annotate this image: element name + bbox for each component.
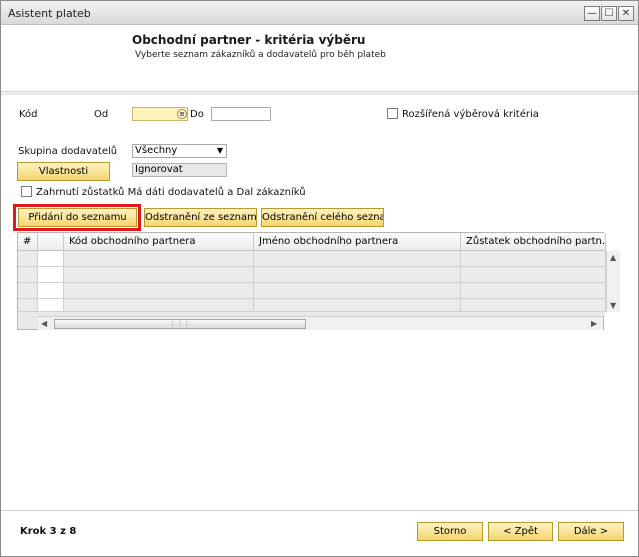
partner-grid: # Kód obchodního partnera Jméno obchodní…	[17, 232, 620, 330]
table-row-cell[interactable]	[18, 299, 38, 312]
table-row-cell[interactable]	[38, 267, 64, 283]
table-row-cell[interactable]	[254, 267, 461, 283]
supplier-group-value: Všechny	[135, 145, 178, 156]
table-row-cell[interactable]	[64, 299, 254, 312]
page-subtitle: Vyberte seznam zákazníků a dodavatelů pr…	[135, 50, 386, 60]
include-balances-checkbox[interactable]	[21, 186, 32, 197]
extended-criteria-checkbox[interactable]	[387, 108, 398, 119]
title-bar[interactable]: Asistent plateb — ☐ ✕	[1, 1, 638, 25]
cancel-button[interactable]: Storno	[417, 522, 483, 541]
next-button[interactable]: Dále >	[558, 522, 624, 541]
table-row-cell[interactable]	[38, 251, 64, 267]
table-row-cell[interactable]	[254, 299, 461, 312]
minimize-button[interactable]: —	[584, 6, 600, 21]
table-row-cell[interactable]	[461, 251, 606, 267]
table-row-cell[interactable]	[64, 267, 254, 283]
to-label: Do	[190, 109, 204, 120]
dropdown-arrow-icon: ▼	[216, 146, 223, 155]
include-balances-label: Zahrnutí zůstatků Má dáti dodavatelů a D…	[36, 187, 306, 198]
table-row-cell[interactable]	[254, 251, 461, 267]
table-row-cell[interactable]	[18, 283, 38, 299]
choose-from-list-icon[interactable]: ≡	[177, 109, 187, 119]
from-label: Od	[94, 109, 109, 120]
step-indicator: Krok 3 z 8	[20, 526, 77, 537]
to-code-input[interactable]	[211, 107, 271, 121]
table-row-cell[interactable]	[64, 251, 254, 267]
grid-header-blank[interactable]	[38, 233, 64, 251]
grid-header-name[interactable]: Jméno obchodního partnera	[254, 233, 461, 251]
scroll-up-arrow-icon[interactable]: ▲	[610, 253, 616, 262]
table-row-cell[interactable]	[254, 283, 461, 299]
remove-all-button[interactable]: Odstranění celého seznamu	[261, 208, 384, 227]
supplier-group-select[interactable]: Všechny ▼	[132, 144, 227, 158]
wizard-footer: Krok 3 z 8 Storno < Zpět Dále >	[1, 511, 638, 556]
payment-wizard-window: Asistent plateb — ☐ ✕ Obchodní partner -…	[0, 0, 639, 557]
header-separator	[1, 92, 638, 95]
wizard-header: Obchodní partner - kritéria výběru Vyber…	[1, 26, 638, 92]
table-row-cell[interactable]	[38, 299, 64, 312]
scroll-right-arrow-icon[interactable]: ▶	[591, 319, 597, 328]
table-row-cell[interactable]	[18, 267, 38, 283]
scroll-left-arrow-icon[interactable]: ◀	[41, 319, 47, 328]
code-label: Kód	[19, 109, 38, 120]
close-button[interactable]: ✕	[618, 6, 634, 21]
back-button[interactable]: < Zpět	[488, 522, 553, 541]
highlight-frame	[13, 204, 141, 231]
grid-vertical-scrollbar[interactable]: ▲ ▼	[606, 251, 620, 312]
supplier-group-label: Skupina dodavatelů	[18, 146, 118, 157]
grid-header-code[interactable]: Kód obchodního partnera	[64, 233, 254, 251]
window-title: Asistent plateb	[8, 7, 91, 20]
remove-from-list-button[interactable]: Odstranění ze seznamu	[144, 208, 257, 227]
page-title: Obchodní partner - kritéria výběru	[132, 33, 366, 47]
table-row-cell[interactable]	[461, 299, 606, 312]
grid-header-balance[interactable]: Zůstatek obchodního partn...	[461, 233, 606, 251]
table-row-cell[interactable]	[461, 267, 606, 283]
table-row-cell[interactable]	[38, 283, 64, 299]
grid-header-number[interactable]: #	[18, 233, 38, 251]
table-row-cell[interactable]	[461, 283, 606, 299]
properties-button[interactable]: Vlastnosti	[17, 162, 110, 181]
table-row-cell[interactable]	[64, 283, 254, 299]
scroll-down-arrow-icon[interactable]: ▼	[610, 301, 616, 310]
grid-horizontal-scrollbar[interactable]: ◀ ⋮⋮⋮ ▶	[38, 316, 603, 330]
extended-criteria-label: Rozšířená výběrová kritéria	[402, 109, 539, 120]
table-row-cell[interactable]	[18, 251, 38, 267]
maximize-button[interactable]: ☐	[601, 6, 617, 21]
horizontal-scroll-thumb[interactable]: ⋮⋮⋮	[54, 319, 306, 329]
properties-value-field: Ignorovat	[132, 163, 227, 177]
